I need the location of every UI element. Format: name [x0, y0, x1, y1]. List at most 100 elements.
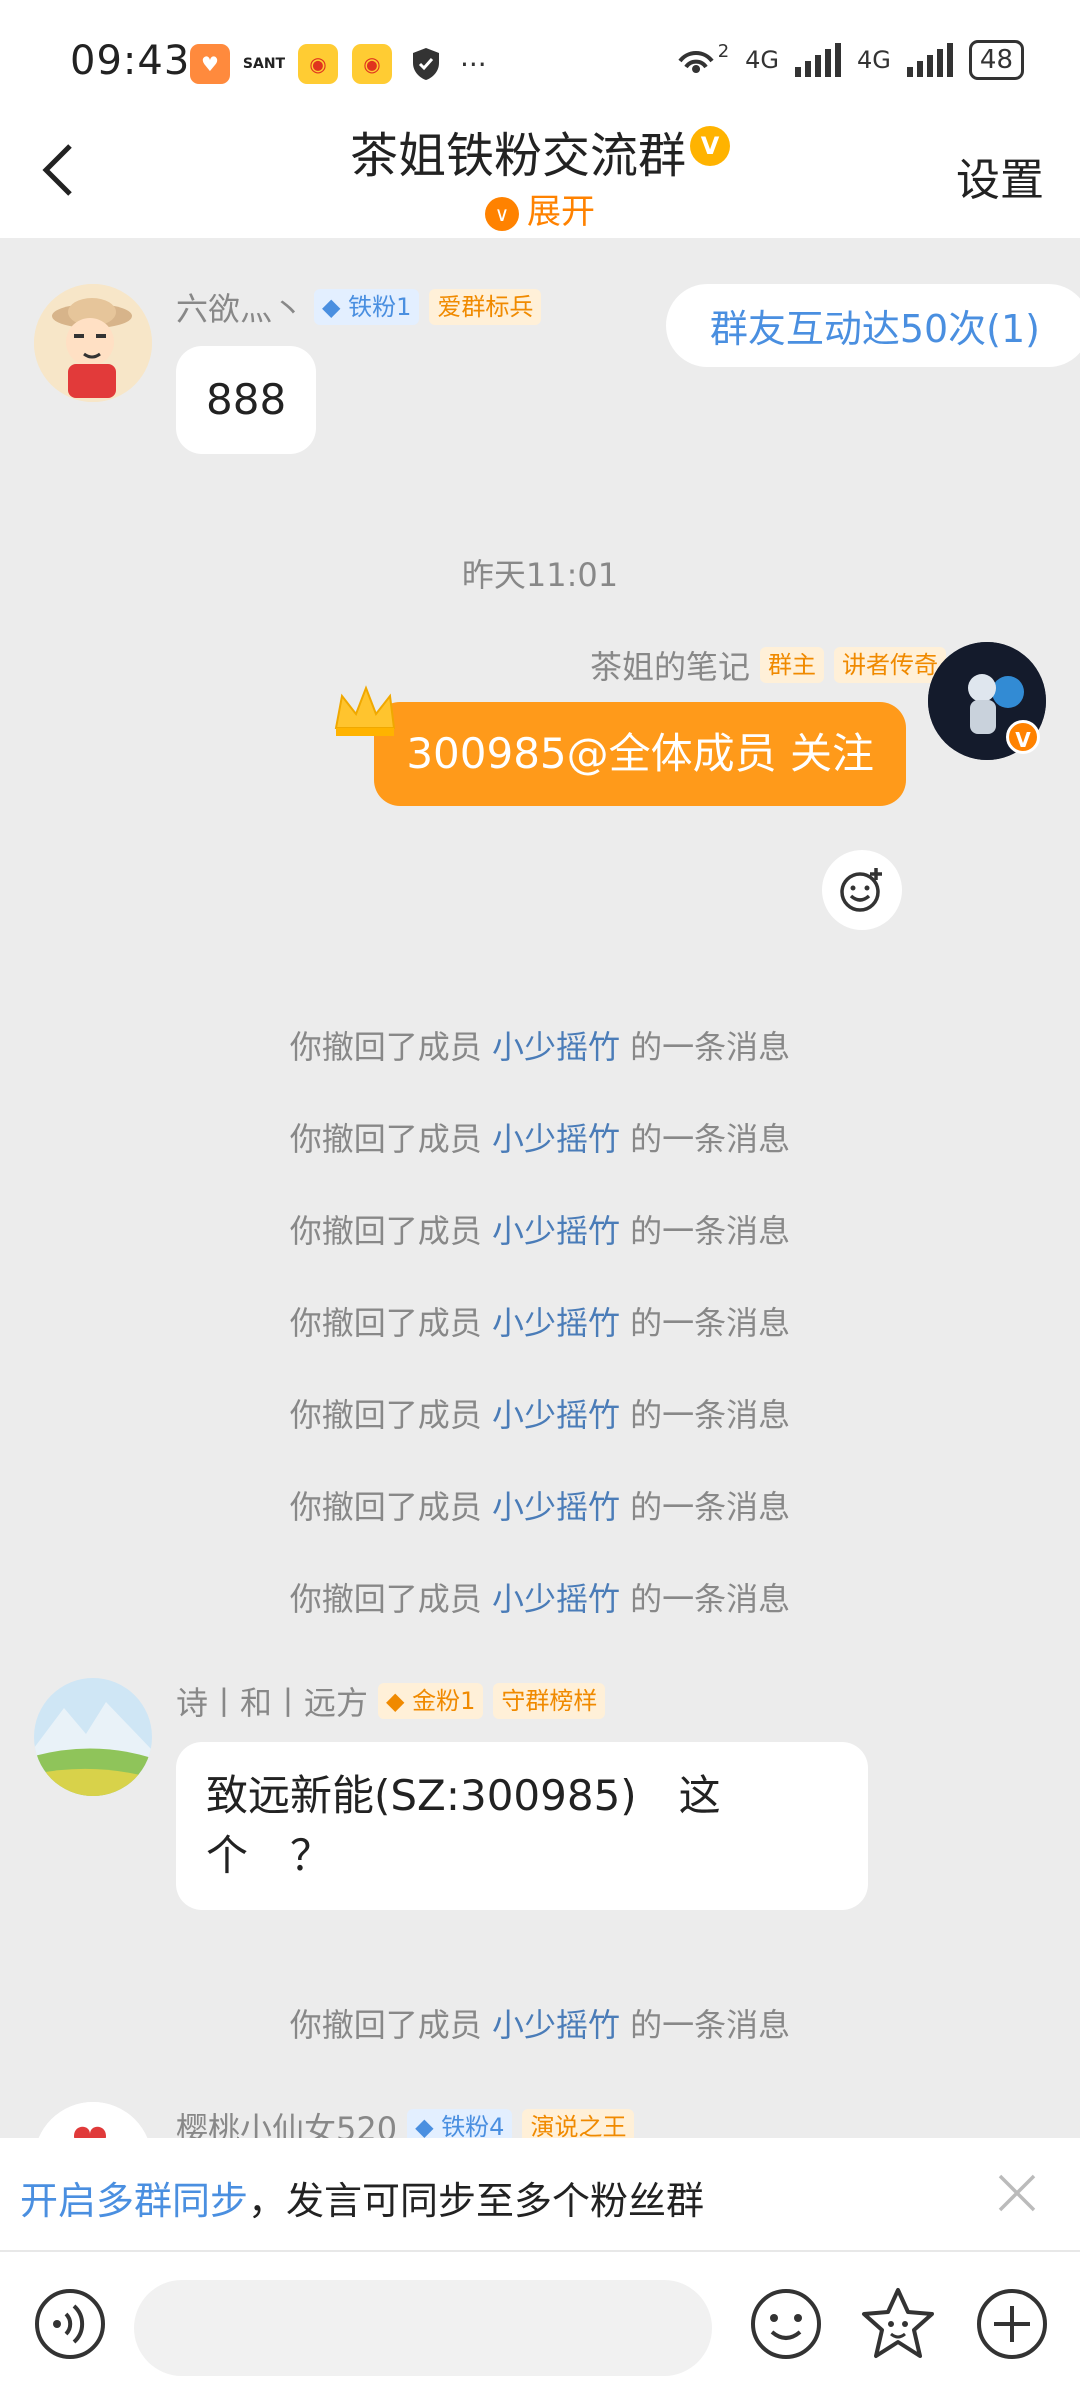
verified-badge-icon: V [1006, 720, 1040, 754]
recall-notice: 你撤回了成员 小少摇竹 的一条消息 [0, 1298, 1080, 1344]
hotspot-icon [678, 51, 714, 73]
enable-sync-link[interactable]: 开启多群同步 [20, 2179, 248, 2223]
recall-suffix: 的一条消息 [620, 1212, 791, 1250]
sender-name[interactable]: 樱桃小仙女520 [176, 2104, 397, 2138]
weibo-icon: ◉ [298, 44, 338, 84]
interaction-pill[interactable]: 群友互动达50次(1) [665, 284, 1080, 367]
sync-description: ，发言可同步至多个粉丝群 [248, 2179, 705, 2223]
net1-index: 2 [717, 40, 730, 62]
recalled-member-link[interactable]: 小少摇竹 [492, 1120, 620, 1158]
message-input[interactable] [134, 2280, 712, 2376]
group-title: 茶姐铁粉交流群 [349, 128, 686, 184]
avatar-shihe[interactable] [34, 1678, 152, 1796]
recall-suffix: 的一条消息 [620, 2006, 791, 2044]
status-time: 09:43 [70, 38, 191, 84]
fan-level-text: 铁粉4 [441, 2113, 505, 2138]
recall-notice: 你撤回了成员 小少摇竹 的一条消息 [0, 1574, 1080, 1620]
recall-notice: 你撤回了成员 小少摇竹 的一条消息 [0, 1114, 1080, 1160]
role-tag: 守群榜样 [493, 1683, 606, 1719]
sender-row-3: 诗丨和丨远方 ◆ 金粉1 守群榜样 [176, 1678, 606, 1724]
recall-suffix: 的一条消息 [620, 1304, 791, 1342]
recall-prefix: 你撤回了成员 [289, 1396, 492, 1434]
recall-suffix: 的一条消息 [620, 1580, 791, 1618]
landscape-avatar-icon [34, 1678, 152, 1796]
recall-notice: 你撤回了成员 小少摇竹 的一条消息 [0, 1390, 1080, 1436]
close-icon [998, 2174, 1036, 2212]
plus-icon [977, 2289, 1047, 2359]
message-bubble[interactable]: 致远新能(SZ:300985) 这个 ？ [176, 1742, 868, 1910]
recall-notice: 你撤回了成员 小少摇竹 的一条消息 [0, 1206, 1080, 1252]
more-notifications: ··· [460, 47, 487, 81]
avatar-yingtao[interactable] [34, 2102, 152, 2138]
emoji-button[interactable] [746, 2284, 826, 2364]
input-bar [0, 2252, 1080, 2397]
sync-text: 开启多群同步，发言可同步至多个粉丝群 [20, 2170, 704, 2225]
net1-type: 4G [745, 46, 780, 74]
recall-prefix: 你撤回了成员 [289, 1304, 492, 1342]
weibo-icon-2: ◉ [352, 44, 392, 84]
sender-row-4: 樱桃小仙女520 ◆ 铁粉4 演说之王 [176, 2104, 635, 2138]
avatar-liuyu[interactable] [34, 284, 152, 402]
battery-indicator: 48 [968, 40, 1024, 80]
notification-icons: ♥ SANT ◉ ◉ ··· [190, 44, 487, 84]
recall-suffix: 的一条消息 [620, 1120, 791, 1158]
fan-level-tag: ◆ 金粉1 [378, 1683, 484, 1719]
sender-name[interactable]: 诗丨和丨远方 [176, 1678, 368, 1724]
message-bubble[interactable]: 888 [176, 346, 317, 454]
signal-icon-2 [906, 43, 953, 77]
recalled-member-link[interactable]: 小少摇竹 [492, 1396, 620, 1434]
sender-row-1: 六欲灬丶 ◆ 铁粉1 爱群标兵 [176, 284, 542, 330]
fan-level-text: 铁粉1 [348, 293, 412, 321]
expand-button[interactable]: ∨ 展开 [0, 184, 1080, 233]
expand-label: 展开 [527, 192, 595, 232]
message-bubble-owner[interactable]: 300985@全体成员 关注 [374, 702, 906, 806]
sender-name[interactable]: 茶姐的笔记 [590, 642, 750, 688]
add-reaction-button[interactable] [822, 850, 902, 930]
shield-icon [406, 44, 446, 84]
voice-button[interactable] [30, 2284, 110, 2364]
sticker-icon [862, 2288, 934, 2358]
role-tag: 演说之王 [522, 2109, 635, 2138]
voice-icon [35, 2289, 105, 2359]
fan-level-tag: ◆ 铁粉4 [407, 2109, 513, 2138]
owner-tag: 群主 [760, 647, 824, 683]
settings-button[interactable]: 设置 [956, 144, 1044, 208]
recalled-member-link[interactable]: 小少摇竹 [492, 2006, 620, 2044]
fan-level-text: 金粉1 [412, 1687, 476, 1715]
heart-app-icon: ♥ [190, 44, 230, 84]
sticker-button[interactable] [858, 2284, 938, 2364]
chat-area[interactable]: 六欲灬丶 ◆ 铁粉1 爱群标兵 888 群友互动达50次(1) 昨天11:01 … [0, 238, 1080, 2138]
sender-name[interactable]: 六欲灬丶 [176, 284, 304, 330]
crown-icon [334, 685, 396, 736]
recall-prefix: 你撤回了成员 [289, 2006, 492, 2044]
recalled-member-link[interactable]: 小少摇竹 [492, 1488, 620, 1526]
recall-prefix: 你撤回了成员 [289, 1488, 492, 1526]
add-emoji-icon [840, 868, 882, 912]
recalled-member-link[interactable]: 小少摇竹 [492, 1212, 620, 1250]
sync-banner: 开启多群同步，发言可同步至多个粉丝群 [0, 2138, 1080, 2252]
recall-prefix: 你撤回了成员 [289, 1212, 492, 1250]
title-wrap: 茶姐铁粉交流群 V [0, 116, 1080, 186]
more-actions-button[interactable] [972, 2284, 1052, 2364]
recalled-member-link[interactable]: 小少摇竹 [492, 1580, 620, 1618]
sender-row-2: 茶姐的笔记 群主 讲者传奇 [590, 642, 946, 688]
system-indicators: 2 4G 4G 48 [676, 40, 1024, 80]
signal-icon-1 [795, 43, 842, 77]
recalled-member-link[interactable]: 小少摇竹 [492, 1304, 620, 1342]
cartoon-avatar-icon [34, 284, 152, 402]
recall-prefix: 你撤回了成员 [289, 1580, 492, 1618]
recall-notice: 你撤回了成员 小少摇竹 的一条消息 [0, 1482, 1080, 1528]
recalled-member-link[interactable]: 小少摇竹 [492, 1028, 620, 1066]
heart-avatar-icon [34, 2102, 152, 2138]
sant-app-icon: SANT [243, 44, 285, 84]
recall-suffix: 的一条消息 [620, 1028, 791, 1066]
recall-suffix: 的一条消息 [620, 1396, 791, 1434]
close-banner-button[interactable] [990, 2166, 1044, 2220]
role-tag: 讲者传奇 [834, 647, 946, 683]
emoji-icon [751, 2289, 821, 2359]
fan-level-tag: ◆ 铁粉1 [314, 289, 420, 325]
recall-notice: 你撤回了成员 小少摇竹 的一条消息 [0, 2000, 1080, 2046]
timestamp: 昨天11:01 [461, 556, 619, 594]
net2-type: 4G [857, 46, 891, 74]
recall-prefix: 你撤回了成员 [289, 1120, 492, 1158]
